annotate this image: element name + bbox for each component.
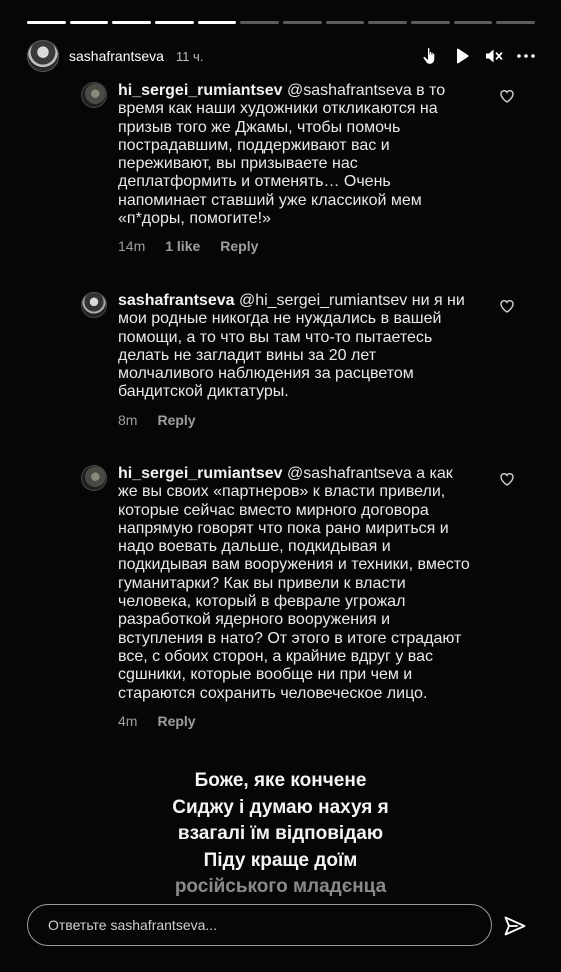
comment-avatar[interactable]: [81, 465, 107, 491]
comment-body: sashafrantseva @hi_sergei_rumiantsev ни …: [118, 292, 476, 402]
caption-line: взагалі їм відповідаю: [177, 823, 384, 845]
caption-line: Сиджу і думаю нахуя я: [172, 796, 389, 818]
progress-segment: [453, 21, 493, 24]
reply-placeholder: Ответьте sashafrantseva...: [48, 917, 218, 933]
caption-line: Боже, яке кончене: [194, 770, 367, 791]
progress-segment: [155, 21, 194, 24]
comment-time: 14m: [118, 238, 146, 255]
avatar[interactable]: [27, 40, 59, 72]
story-header: sashafrantseva 11 ч.: [27, 40, 535, 72]
progress-segment: [240, 21, 280, 24]
comment-meta: 8m Reply: [118, 412, 521, 428]
heart-icon[interactable]: [499, 471, 515, 487]
send-icon[interactable]: [503, 914, 527, 938]
comment-time: 8m: [118, 411, 138, 428]
progress-segment: [197, 21, 237, 24]
comment-meta: 4m Reply: [118, 713, 521, 729]
progress-segment: [112, 21, 152, 24]
story-username[interactable]: sashafrantseva: [69, 48, 164, 64]
reply-button[interactable]: Reply: [157, 412, 195, 428]
story-time: 11 ч.: [175, 48, 204, 64]
progress-segment: [368, 21, 408, 24]
play-icon[interactable]: [453, 47, 471, 65]
comment-meta: 14m 1 like Reply: [118, 238, 521, 254]
story-frame: sashafrantseva 11 ч. hi_sergei_rumiantse…: [0, 0, 561, 972]
header-controls: [421, 47, 535, 65]
comment-avatar[interactable]: [81, 292, 107, 318]
hand-pointer-icon[interactable]: [421, 47, 439, 65]
comment-time: 4m: [118, 712, 138, 729]
comment-username[interactable]: hi_sergei_rumiantsev: [118, 82, 283, 99]
caption-line: російського младєнца: [174, 876, 387, 898]
comment: hi_sergei_rumiantsev @sashafrantseva в т…: [81, 82, 521, 254]
comment-likes[interactable]: 1 like: [165, 238, 200, 254]
story-caption: Боже, яке кончене Сиджу і думаю нахуя я …: [0, 768, 561, 901]
comment-text: @sashafrantseva в то время как наши худо…: [118, 82, 446, 228]
comment-username[interactable]: hi_sergei_rumiantsev: [118, 465, 283, 482]
reply-button[interactable]: Reply: [220, 238, 258, 254]
comment-body: hi_sergei_rumiantsev @sashafrantseva в т…: [118, 82, 476, 228]
reply-input[interactable]: Ответьте sashafrantseva...: [27, 904, 492, 946]
heart-icon[interactable]: [499, 298, 515, 314]
comment-avatar[interactable]: [81, 82, 107, 108]
comment-body: hi_sergei_rumiantsev @sashafrantseva а к…: [118, 465, 476, 703]
heart-icon[interactable]: [499, 88, 515, 104]
progress-segment: [325, 21, 365, 24]
progress-segment: [283, 21, 322, 24]
caption-line: Піду краще доїм: [203, 849, 358, 871]
progress-segment: [496, 21, 536, 24]
comment-username[interactable]: sashafrantseva: [118, 292, 235, 309]
progress-segment: [69, 21, 109, 24]
more-icon[interactable]: [517, 47, 535, 65]
story-progress: [27, 21, 536, 24]
comment-text: @sashafrantseva а как же вы своих «партн…: [118, 465, 470, 702]
mute-icon[interactable]: [485, 47, 503, 65]
reply-button[interactable]: Reply: [157, 713, 195, 729]
progress-segment: [411, 21, 450, 24]
comment: sashafrantseva @hi_sergei_rumiantsev ни …: [81, 292, 521, 428]
progress-segment: [27, 21, 66, 24]
comment: hi_sergei_rumiantsev @sashafrantseva а к…: [81, 465, 521, 729]
